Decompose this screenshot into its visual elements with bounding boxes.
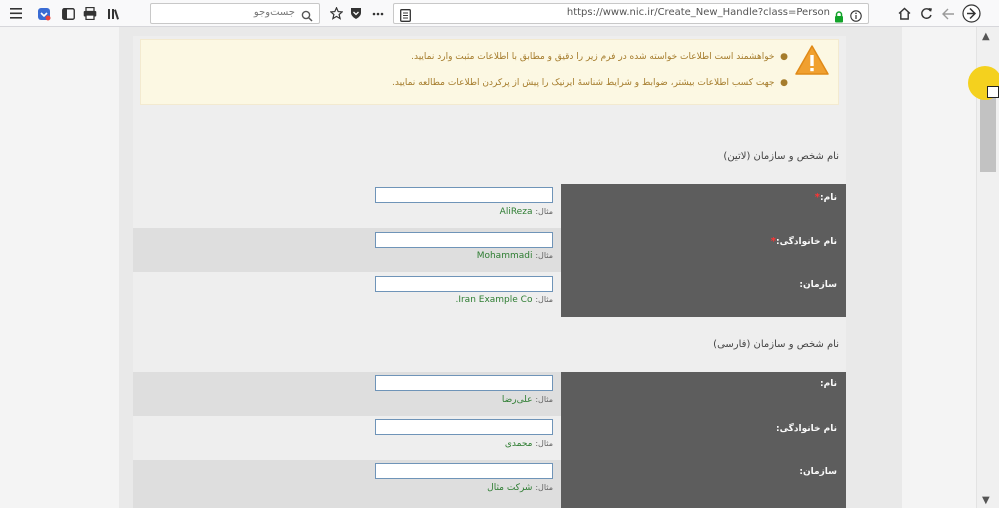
search-icon	[301, 7, 313, 26]
alert-line-1: ● خواهشمند است اطلاعات خواسته شده در فرم…	[411, 52, 788, 62]
field-label-organization-latin: سازمان:	[799, 280, 837, 290]
last-name-persian-input[interactable]	[375, 419, 553, 435]
field-label-first-name-latin: نام:*	[814, 192, 837, 203]
address-bar[interactable]: https://www.nic.ir/Create_New_Handle?cla…	[393, 3, 869, 24]
warning-alert: ● خواهشمند است اطلاعات خواسته شده در فرم…	[140, 39, 839, 105]
reload-icon[interactable]	[918, 4, 934, 23]
back-icon[interactable]	[940, 4, 956, 23]
forward-icon[interactable]	[961, 4, 981, 23]
field-label-last-name-persian: نام خانوادگی:	[775, 424, 837, 434]
scroll-up-arrow-icon[interactable]: ▲	[982, 31, 990, 42]
url-text: https://www.nic.ir/Create_New_Handle?cla…	[566, 7, 830, 18]
organization-persian-input[interactable]	[375, 463, 553, 479]
shield-icon[interactable]	[348, 4, 364, 23]
sidebar-icon[interactable]	[60, 4, 76, 23]
more-icon[interactable]	[370, 4, 386, 23]
field-label-last-name-latin: نام خانوادگی:*	[770, 236, 837, 247]
search-input[interactable]: جست‌وجو	[150, 3, 320, 24]
alert-line-2: ● جهت کسب اطلاعات بیشتر، ضوابط و شرایط ش…	[392, 78, 788, 88]
first-name-latin-input[interactable]	[375, 187, 553, 203]
library-icon[interactable]	[106, 4, 122, 23]
warning-icon	[794, 44, 830, 80]
organization-latin-input[interactable]	[375, 276, 553, 292]
reader-icon[interactable]	[400, 7, 411, 26]
example-organization-persian: مثال: شرکت مثال	[487, 483, 553, 493]
scroll-down-arrow-icon[interactable]: ▼	[982, 495, 990, 506]
example-last-name-latin: مثال: Mohammadi	[476, 251, 553, 261]
section-title-persian: نام شخص و سازمان (فارسی)	[713, 339, 839, 350]
browser-toolbar: جست‌وجو https://www.nic.ir/Create_New_Ha…	[0, 0, 999, 27]
label-panel-persian	[561, 372, 846, 508]
menu-icon[interactable]	[8, 4, 24, 23]
print-icon[interactable]	[82, 4, 98, 23]
example-last-name-persian: مثال: محمدی	[504, 439, 553, 449]
info-icon[interactable]	[850, 7, 862, 26]
home-icon[interactable]	[896, 4, 912, 23]
field-label-first-name-persian: نام:	[820, 379, 837, 389]
star-icon[interactable]	[328, 4, 344, 23]
example-organization-latin: مثال: Iran Example Co.	[455, 295, 553, 305]
search-placeholder: جست‌وجو	[253, 7, 295, 18]
pocket-icon[interactable]	[36, 4, 52, 23]
label-panel-latin	[561, 184, 846, 317]
example-first-name-latin: مثال: AliReza	[499, 207, 553, 217]
first-name-persian-input[interactable]	[375, 375, 553, 391]
lock-icon[interactable]	[834, 8, 844, 27]
last-name-latin-input[interactable]	[375, 232, 553, 248]
field-label-organization-persian: سازمان:	[799, 467, 837, 477]
cursor-pointer-icon	[987, 86, 999, 98]
example-first-name-persian: مثال: علی‌رضا	[501, 395, 553, 405]
section-title-latin: نام شخص و سازمان (لاتین)	[723, 151, 839, 162]
